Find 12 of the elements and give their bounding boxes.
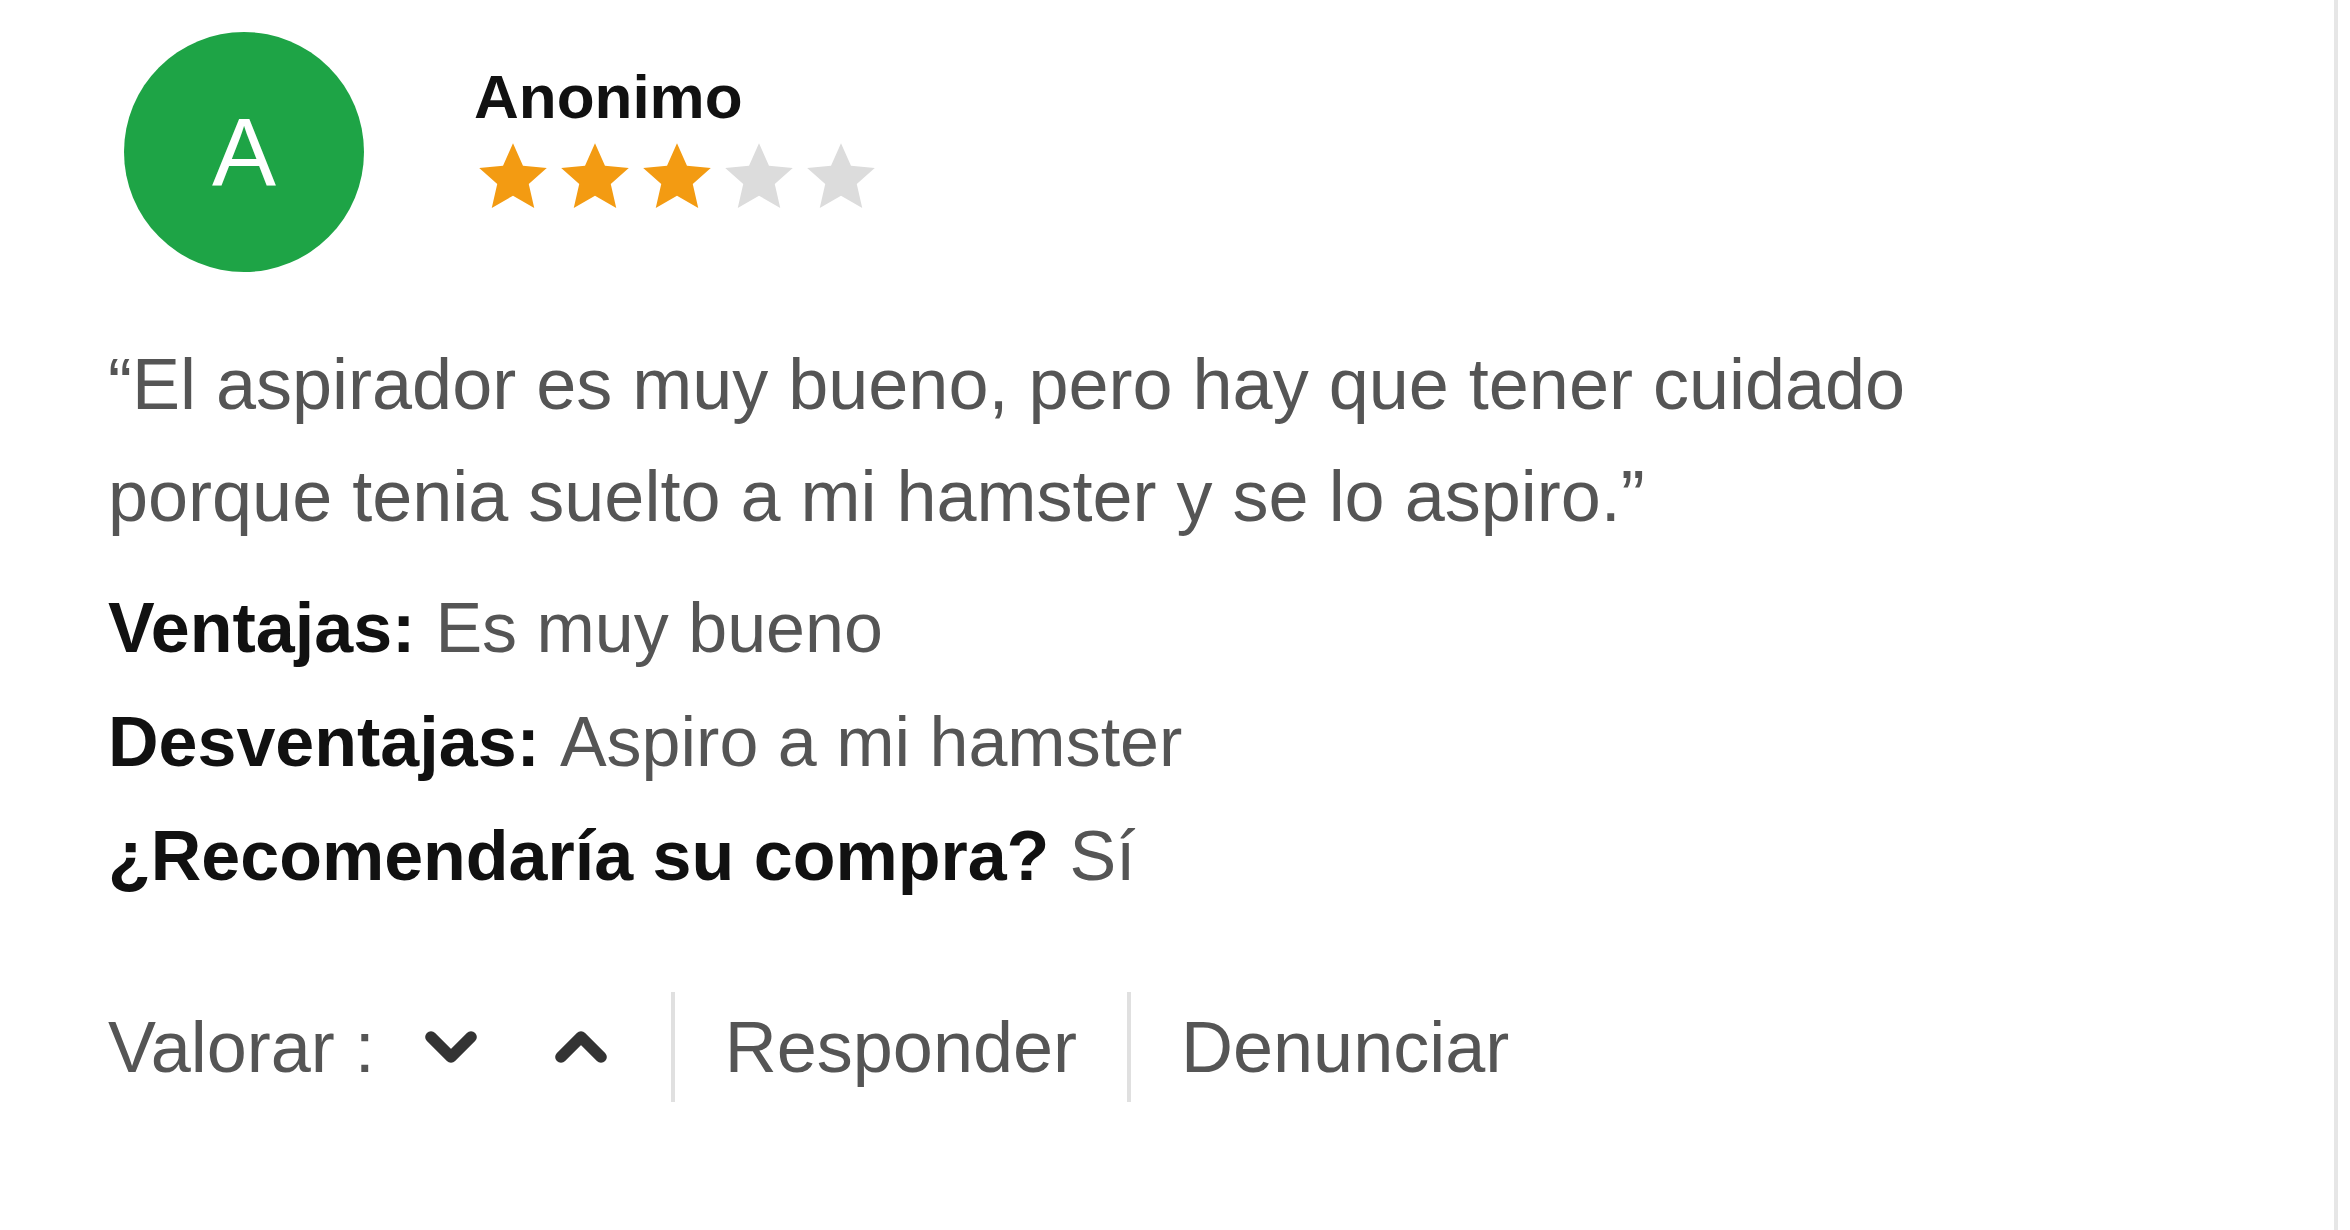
author-name: Anonimo (474, 66, 744, 128)
detail-label: Desventajas: (108, 702, 540, 783)
detail-value: Es muy bueno (435, 588, 883, 669)
detail-value: Aspiro a mi hamster (559, 702, 1183, 783)
action-link[interactable]: Denunciar (1181, 993, 1510, 1101)
action-link[interactable]: Responder (724, 993, 1077, 1101)
rate-label: Valorar : (108, 1006, 375, 1089)
review-quote: “El aspirador es muy bueno, pero hay que tener cuidado porque tenia suelto a mi hamster y se lo aspiro.” (108, 343, 1907, 538)
detail-label: Ventajas: (108, 588, 416, 669)
avatar: A (124, 32, 364, 272)
detail-label: ¿Recomendaría su compra? (108, 816, 1050, 897)
detail-value: Sí (1069, 816, 1136, 897)
